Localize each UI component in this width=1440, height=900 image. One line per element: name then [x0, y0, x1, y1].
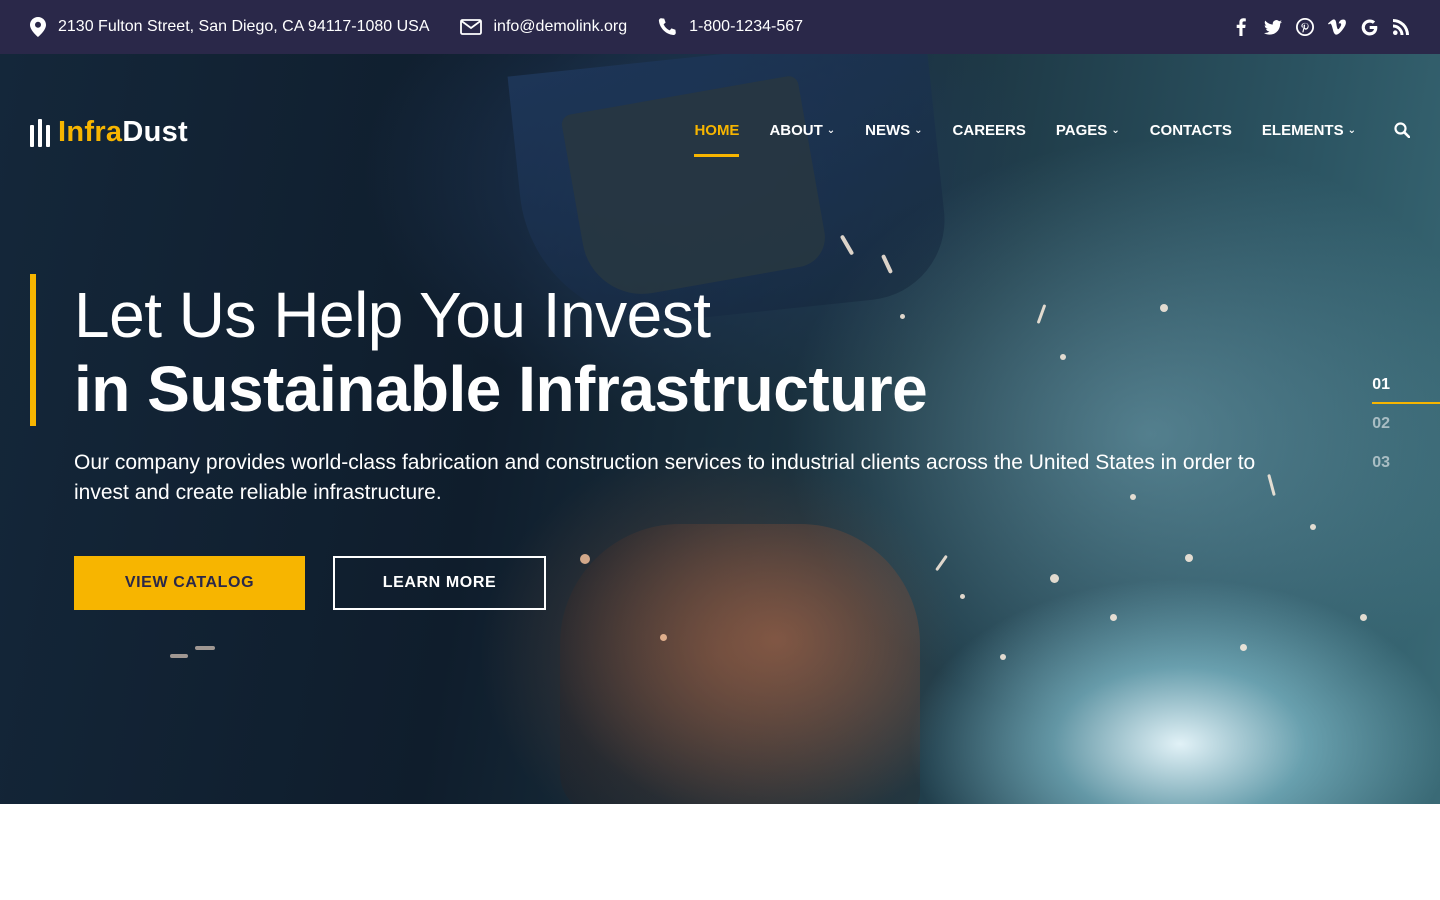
spark: [170, 654, 188, 658]
heading-accent-bar: [30, 274, 36, 426]
rss-icon[interactable]: [1392, 18, 1410, 36]
spark: [1360, 614, 1367, 621]
nav-item-home[interactable]: HOME: [694, 118, 740, 157]
address-info: 2130 Fulton Street, San Diego, CA 94117-…: [30, 17, 430, 37]
facebook-icon[interactable]: [1232, 18, 1250, 36]
hero-heading-line1: Let Us Help You Invest: [74, 279, 711, 351]
social-links: [1232, 18, 1410, 36]
spark: [960, 594, 965, 599]
nav-item-about[interactable]: ABOUT ⌄: [769, 118, 835, 142]
email-link[interactable]: info@demolink.org: [494, 18, 628, 36]
location-pin-icon: [30, 17, 46, 37]
nav-item-careers[interactable]: CAREERS: [953, 118, 1026, 142]
nav-item-label: ELEMENTS: [1261, 121, 1344, 139]
spark: [1110, 614, 1117, 621]
spark: [195, 646, 215, 650]
nav-item-elements[interactable]: ELEMENTS ⌄: [1262, 118, 1356, 142]
chevron-down-icon: ⌄: [1111, 124, 1120, 136]
hero-heading-line2: in Sustainable Infrastructure: [74, 353, 928, 425]
main-navigation: HOME ABOUT ⌄ NEWS ⌄ CAREERS PAGES ⌄ CONT…: [664, 118, 1410, 157]
view-catalog-button[interactable]: VIEW CATALOG: [74, 556, 305, 610]
chevron-down-icon: ⌄: [914, 124, 923, 136]
phone-info[interactable]: 1-800-1234-567: [657, 17, 803, 37]
nav-item-label: NEWS: [865, 121, 911, 139]
hero-description: Our company provides world-class fabrica…: [74, 451, 1256, 504]
phone-link[interactable]: 1-800-1234-567: [689, 18, 803, 36]
spark: [580, 554, 590, 564]
spark: [1310, 524, 1316, 530]
spark: [1000, 654, 1006, 660]
spark: [935, 554, 948, 572]
active-slide-line: [1372, 402, 1440, 404]
search-button[interactable]: [1394, 118, 1410, 142]
pinterest-icon[interactable]: [1296, 18, 1314, 36]
chevron-down-icon: ⌄: [1347, 124, 1356, 136]
nav-item-news[interactable]: NEWS ⌄: [865, 118, 922, 142]
spark: [1050, 574, 1059, 583]
vimeo-icon[interactable]: [1328, 18, 1346, 36]
spark: [1240, 644, 1247, 651]
nav-item-label: CAREERS: [952, 121, 1026, 139]
logo-text-part2: Dust: [122, 116, 188, 148]
logo-text-part1: Infra: [58, 116, 123, 148]
spark: [1060, 354, 1066, 360]
spark: [900, 314, 905, 319]
slide-indicator-02[interactable]: 02: [1372, 415, 1390, 454]
phone-icon: [659, 18, 676, 36]
slider-pagination: 01 02 03: [1372, 376, 1390, 493]
chevron-down-icon: ⌄: [826, 124, 836, 136]
google-icon[interactable]: [1360, 18, 1378, 36]
nav-item-label: HOME: [694, 121, 740, 139]
hero-slider: [0, 54, 1440, 804]
logo-mark-icon: [30, 118, 50, 147]
address-text: 2130 Fulton Street, San Diego, CA 94117-…: [58, 18, 430, 35]
nav-item-contacts[interactable]: CONTACTS: [1150, 118, 1232, 142]
spark: [660, 634, 667, 641]
nav-item-pages[interactable]: PAGES ⌄: [1056, 118, 1120, 142]
slide-indicator-01[interactable]: 01: [1372, 376, 1390, 415]
nav-item-label: PAGES: [1055, 121, 1108, 139]
site-logo[interactable]: InfraDust: [30, 116, 188, 149]
spark: [1185, 554, 1193, 562]
spark: [1160, 304, 1168, 312]
logo-text: InfraDust: [58, 116, 188, 149]
spark: [1036, 304, 1047, 324]
email-info[interactable]: info@demolink.org: [459, 18, 628, 36]
learn-more-button[interactable]: LEARN MORE: [333, 556, 546, 610]
mail-icon: [459, 19, 482, 35]
search-icon: [1394, 122, 1410, 138]
hero-background-detail: [560, 524, 920, 804]
slide-indicator-03[interactable]: 03: [1372, 454, 1390, 493]
top-info-bar: 2130 Fulton Street, San Diego, CA 94117-…: [0, 0, 1440, 54]
twitter-icon[interactable]: [1264, 18, 1282, 36]
nav-item-label: ABOUT: [769, 121, 823, 139]
nav-item-label: CONTACTS: [1149, 121, 1232, 139]
